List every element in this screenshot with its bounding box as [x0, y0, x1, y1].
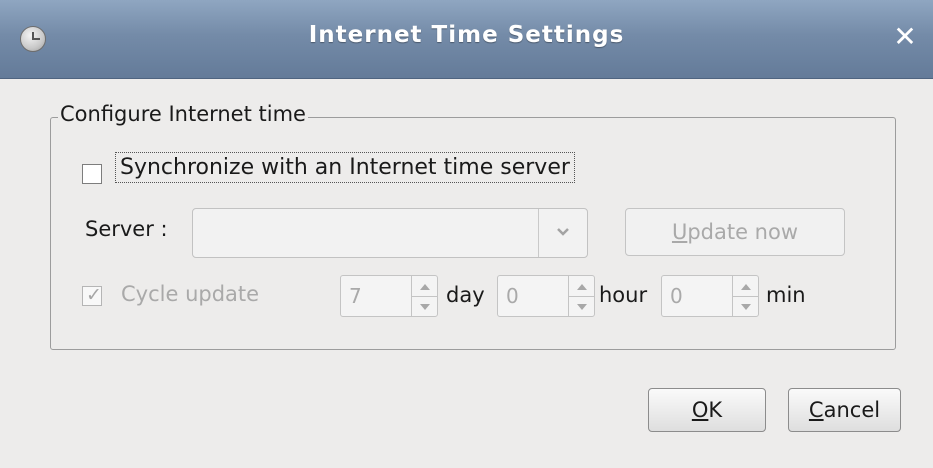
day-down-arrow-icon[interactable]: [412, 296, 437, 316]
day-unit: day: [446, 283, 485, 307]
ok-label: OK: [691, 398, 723, 422]
cycle-update-checkbox[interactable]: ✓: [82, 284, 102, 306]
hour-spinner[interactable]: 0: [497, 275, 595, 317]
server-combobox[interactable]: [192, 208, 588, 258]
chevron-down-icon[interactable]: [538, 209, 587, 257]
cancel-label: Cancel: [808, 398, 881, 422]
checkmark-icon: ✓: [86, 284, 102, 306]
server-label: Server :: [85, 217, 168, 241]
min-value: 0: [670, 284, 683, 308]
window-title: Internet Time Settings: [308, 22, 625, 48]
day-spinner[interactable]: 7: [340, 275, 438, 317]
sync-checkbox-label[interactable]: Synchronize with an Internet time server: [115, 152, 575, 183]
internet-time-settings-dialog: Internet Time Settings ✕ Configure Inter…: [0, 0, 933, 468]
day-value: 7: [349, 284, 362, 308]
cancel-button[interactable]: Cancel: [788, 388, 901, 432]
hour-value: 0: [506, 284, 519, 308]
hour-up-arrow-icon[interactable]: [569, 276, 594, 297]
hour-spinner-buttons: [568, 276, 594, 316]
min-spinner-buttons: [732, 276, 758, 316]
hour-down-arrow-icon[interactable]: [569, 296, 594, 316]
cycle-update-label: Cycle update: [121, 282, 260, 306]
min-spinner[interactable]: 0: [661, 275, 759, 317]
title-bar[interactable]: Internet Time Settings ✕: [0, 0, 933, 79]
close-icon[interactable]: ✕: [889, 20, 921, 54]
min-down-arrow-icon[interactable]: [733, 296, 758, 316]
hour-unit: hour: [599, 283, 648, 307]
update-now-label: Update now: [671, 220, 799, 244]
min-up-arrow-icon[interactable]: [733, 276, 758, 297]
day-up-arrow-icon[interactable]: [412, 276, 437, 297]
group-legend: Configure Internet time: [58, 102, 308, 126]
sync-checkbox[interactable]: [82, 164, 102, 184]
ok-button[interactable]: OK: [648, 388, 766, 432]
day-spinner-buttons: [411, 276, 437, 316]
update-now-button[interactable]: Update now: [625, 208, 845, 256]
min-unit: min: [766, 283, 806, 307]
